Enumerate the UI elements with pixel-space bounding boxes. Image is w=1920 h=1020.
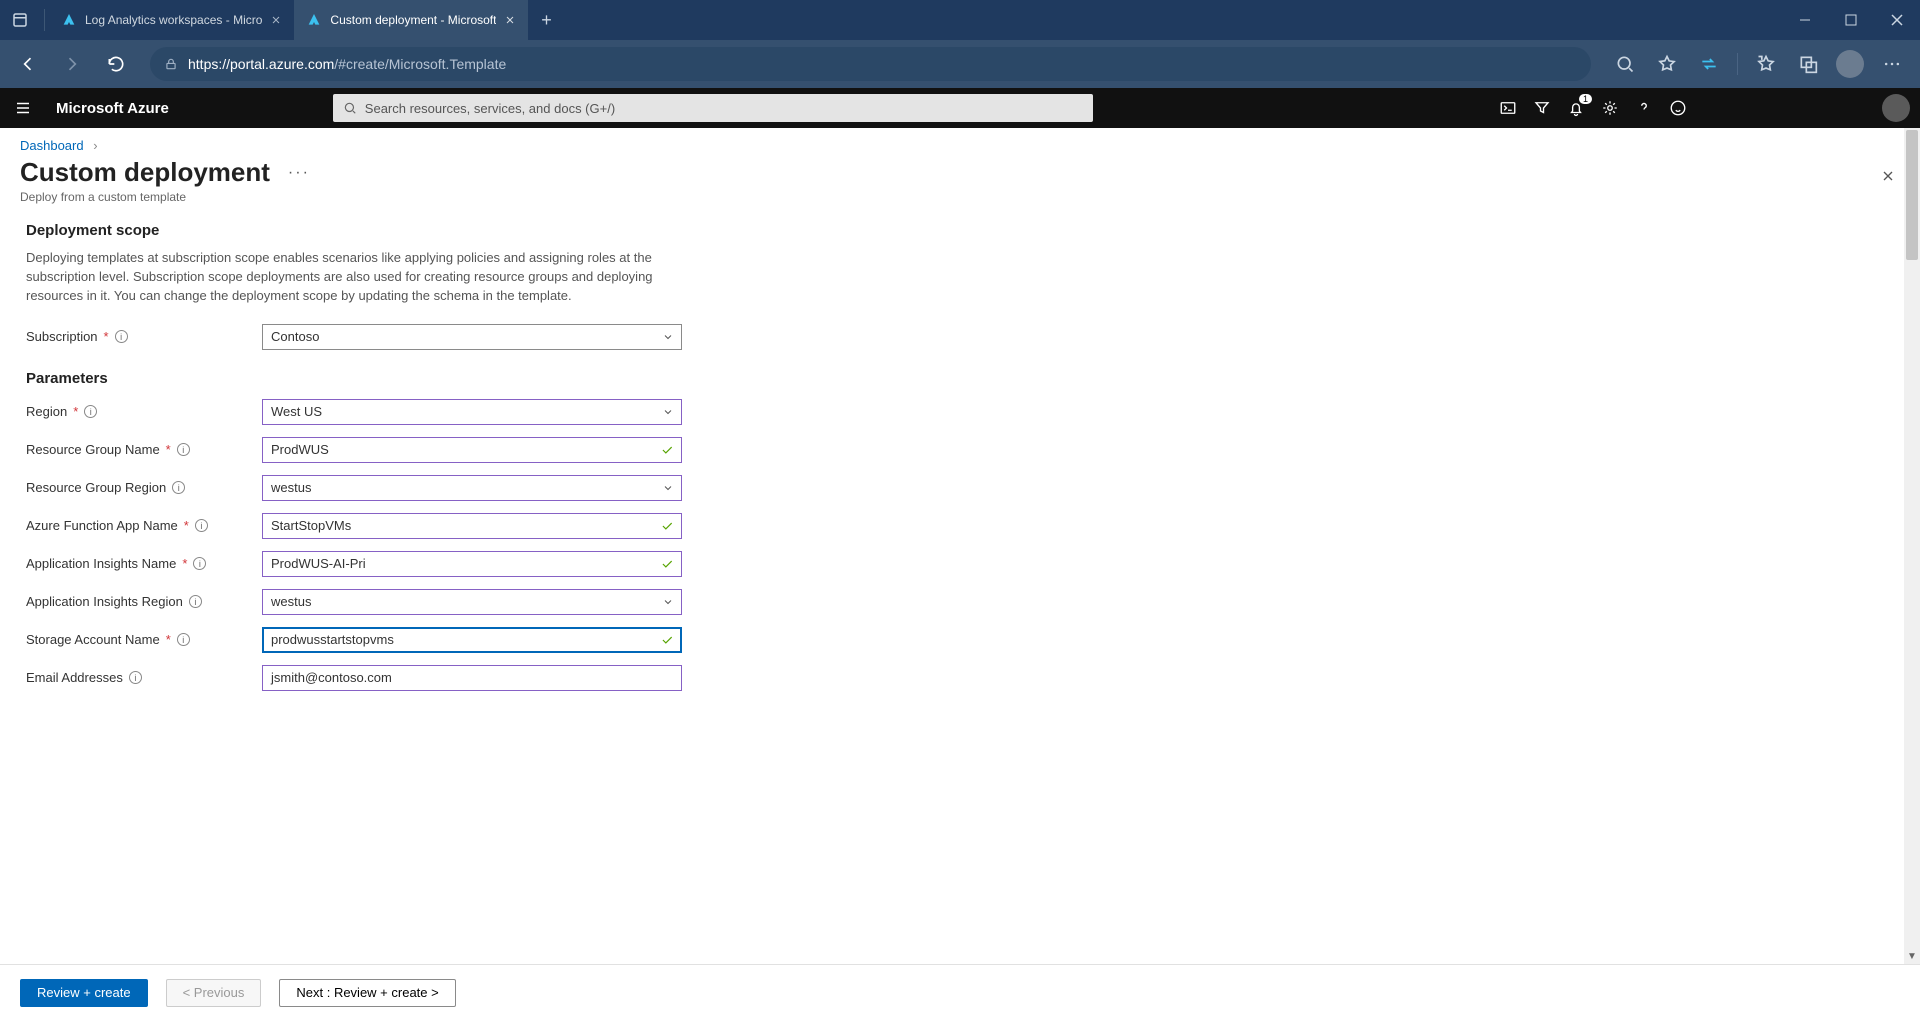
sync-icon[interactable] [1689, 44, 1729, 84]
close-blade-button[interactable] [1880, 168, 1896, 184]
tab-title: Log Analytics workspaces - Micro [85, 13, 262, 27]
divider [44, 9, 45, 31]
label-emails: Email Addresses i [26, 670, 262, 685]
info-icon[interactable]: i [115, 330, 128, 343]
tab-title: Custom deployment - Microsoft [330, 13, 496, 27]
label-ai-region: Application Insights Region i [26, 594, 262, 609]
breadcrumb: Dashboard › [0, 128, 1920, 157]
next-button[interactable]: Next : Review + create > [279, 979, 455, 1007]
feedback-icon[interactable] [1668, 98, 1688, 118]
page-subtitle: Deploy from a custom template [0, 188, 1920, 222]
account-avatar[interactable] [1882, 94, 1910, 122]
browser-tab-active[interactable]: Custom deployment - Microsoft [294, 0, 528, 40]
search-placeholder: Search resources, services, and docs (G+… [365, 101, 615, 116]
browser-menu-button[interactable] [1872, 44, 1912, 84]
settings-icon[interactable] [1600, 98, 1620, 118]
info-icon[interactable]: i [172, 481, 185, 494]
new-tab-button[interactable]: + [528, 0, 564, 40]
window-maximize-button[interactable] [1828, 0, 1874, 40]
notifications-icon[interactable]: 1 [1566, 98, 1586, 118]
portal-brand[interactable]: Microsoft Azure [56, 100, 169, 117]
label-ai-name: Application Insights Name* i [26, 556, 262, 571]
info-icon[interactable]: i [177, 443, 190, 456]
info-icon[interactable]: i [84, 405, 97, 418]
previous-button[interactable]: < Previous [166, 979, 262, 1007]
scrollbar-thumb[interactable] [1906, 130, 1918, 260]
section-heading-parameters: Parameters [26, 370, 1878, 387]
review-create-button[interactable]: Review + create [20, 979, 148, 1007]
help-icon[interactable] [1634, 98, 1654, 118]
wizard-footer: Review + create < Previous Next : Review… [0, 964, 1920, 1020]
window-close-button[interactable] [1874, 0, 1920, 40]
directory-filter-icon[interactable] [1532, 98, 1552, 118]
azure-favicon-icon [306, 12, 322, 28]
portal-menu-button[interactable] [10, 95, 36, 121]
fn-app-input[interactable]: StartStopVMs [262, 513, 682, 539]
close-icon[interactable] [504, 14, 516, 26]
nav-back-button[interactable] [8, 44, 48, 84]
checkmark-icon [660, 633, 674, 647]
close-icon[interactable] [270, 14, 282, 26]
url-text: https://portal.azure.com/#create/Microso… [188, 56, 506, 72]
scroll-down-arrow-icon[interactable]: ▼ [1904, 948, 1920, 964]
label-fn-app: Azure Function App Name* i [26, 518, 262, 533]
label-rg-region: Resource Group Region i [26, 480, 262, 495]
nav-forward-button[interactable] [52, 44, 92, 84]
azure-portal-header: Microsoft Azure Search resources, servic… [0, 88, 1920, 128]
nav-refresh-button[interactable] [96, 44, 136, 84]
checkmark-icon [660, 443, 674, 457]
notification-badge: 1 [1579, 94, 1592, 104]
azure-favicon-icon [61, 12, 77, 28]
address-bar[interactable]: https://portal.azure.com/#create/Microso… [150, 47, 1591, 81]
info-icon[interactable]: i [193, 557, 206, 570]
window-minimize-button[interactable] [1782, 0, 1828, 40]
page-blade: Dashboard › Custom deployment ··· Deploy… [0, 128, 1920, 1020]
browser-titlebar: Log Analytics workspaces - Micro Custom … [0, 0, 1920, 40]
rg-region-select[interactable]: westus [262, 475, 682, 501]
page-title: Custom deployment [20, 157, 270, 188]
more-actions-button[interactable]: ··· [288, 164, 310, 182]
region-select[interactable]: West US [262, 399, 682, 425]
checkmark-icon [660, 557, 674, 571]
ai-region-select[interactable]: westus [262, 589, 682, 615]
ai-name-input[interactable]: ProdWUS-AI-Pri [262, 551, 682, 577]
checkmark-icon [660, 519, 674, 533]
subscription-select[interactable]: Contoso [262, 324, 682, 350]
lock-icon [164, 57, 178, 71]
portal-search-input[interactable]: Search resources, services, and docs (G+… [333, 94, 1093, 122]
rg-name-input[interactable]: ProdWUS [262, 437, 682, 463]
cloud-shell-icon[interactable] [1498, 98, 1518, 118]
browser-tab-inactive[interactable]: Log Analytics workspaces - Micro [49, 0, 294, 40]
emails-input[interactable]: jsmith@contoso.com [262, 665, 682, 691]
vertical-scrollbar[interactable]: ▲ ▼ [1904, 128, 1920, 964]
label-subscription: Subscription* i [26, 329, 262, 344]
chevron-right-icon: › [93, 138, 97, 153]
label-storage: Storage Account Name* i [26, 632, 262, 647]
browser-app-icon[interactable] [0, 11, 40, 29]
favorites-icon[interactable] [1647, 44, 1687, 84]
info-icon[interactable]: i [177, 633, 190, 646]
label-rg-name: Resource Group Name* i [26, 442, 262, 457]
info-icon[interactable]: i [129, 671, 142, 684]
divider [1737, 53, 1738, 75]
extensions-icon[interactable] [1788, 44, 1828, 84]
section-heading-scope: Deployment scope [26, 222, 1878, 239]
storage-input[interactable]: prodwusstartstopvms [262, 627, 682, 653]
profile-avatar[interactable] [1836, 50, 1864, 78]
breadcrumb-link-dashboard[interactable]: Dashboard [20, 138, 84, 153]
form-content: Deployment scope Deploying templates at … [0, 222, 1904, 960]
info-icon[interactable]: i [195, 519, 208, 532]
section-description: Deploying templates at subscription scop… [26, 249, 706, 306]
collections-icon[interactable] [1746, 44, 1786, 84]
label-region: Region* i [26, 404, 262, 419]
zoom-icon[interactable] [1605, 44, 1645, 84]
browser-toolbar: https://portal.azure.com/#create/Microso… [0, 40, 1920, 88]
info-icon[interactable]: i [189, 595, 202, 608]
